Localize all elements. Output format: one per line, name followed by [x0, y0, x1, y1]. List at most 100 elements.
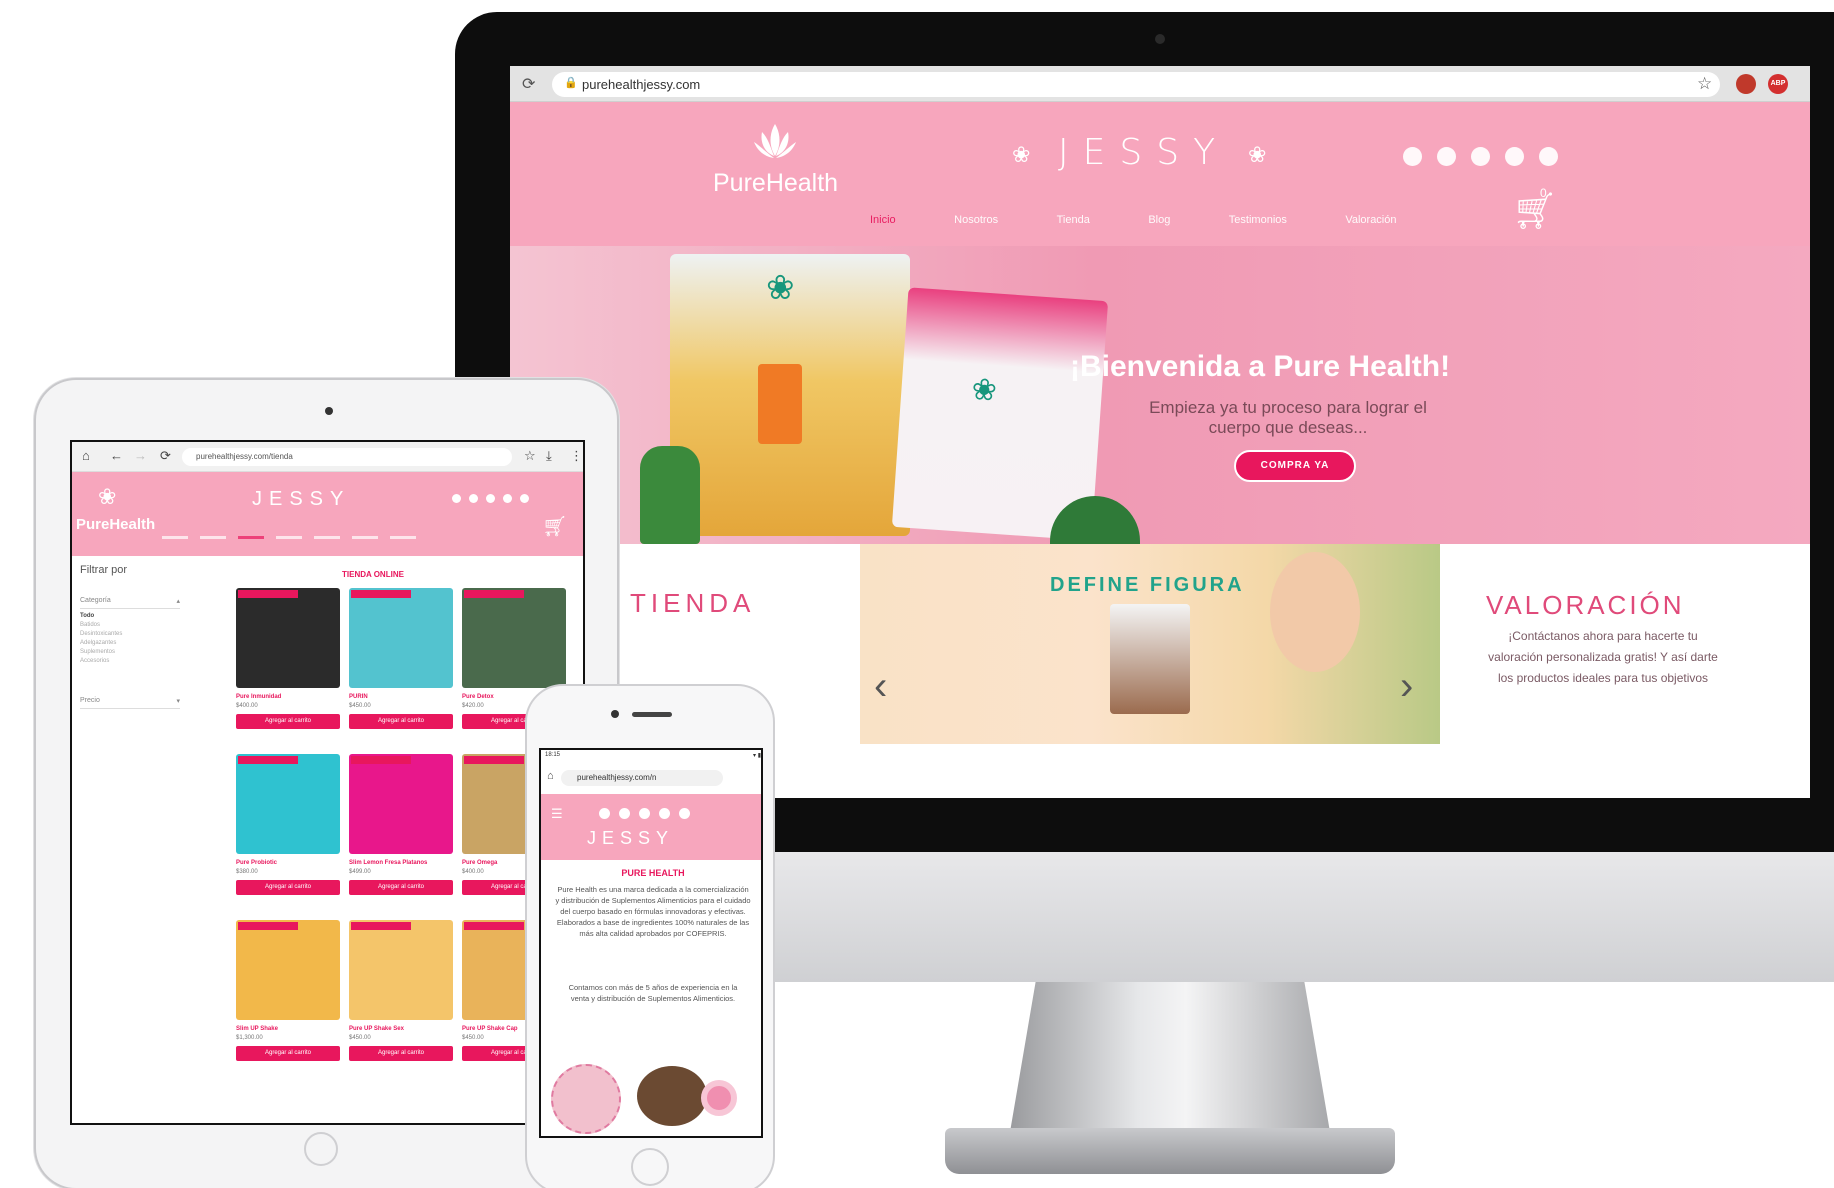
filter-option[interactable]: Desintoxicantes: [80, 631, 122, 637]
nav-item[interactable]: [162, 536, 188, 539]
site-header: PureHealth ❀ JESSY ❀ Inicio Nosotros Tie…: [510, 102, 1810, 246]
email-icon[interactable]: [520, 494, 529, 503]
facebook-icon[interactable]: [599, 808, 610, 819]
badge-image: [551, 1064, 621, 1134]
instagram-icon[interactable]: [1437, 147, 1456, 166]
add-to-cart-button[interactable]: Agregar al carrito: [349, 1046, 453, 1061]
tablet-screen: ⌂ ← → ⟳ purehealthjessy.com/tienda ☆ ⤓ ⋮…: [70, 440, 585, 1125]
extension-icon[interactable]: [1736, 74, 1756, 94]
hamburger-menu-icon[interactable]: ☰: [551, 806, 563, 822]
nav-item[interactable]: [352, 536, 378, 539]
product-name: Pure Detox: [462, 694, 494, 700]
product-price: $499.00: [349, 869, 371, 875]
nav-item-blog[interactable]: Blog: [1148, 214, 1170, 226]
nav-item[interactable]: [200, 536, 226, 539]
product-image: [349, 920, 453, 1020]
nav-item-valoracion[interactable]: Valoración: [1345, 214, 1396, 226]
email-icon[interactable]: [1539, 147, 1558, 166]
nav-item-inicio[interactable]: Inicio: [870, 214, 896, 226]
filter-category-dropdown[interactable]: Categoría ▴: [80, 597, 180, 609]
nav-item[interactable]: [276, 536, 302, 539]
cart-icon[interactable]: 🛒︎: [1512, 190, 1558, 232]
valoracion-text: ¡Contáctanos ahora para hacerte tu valor…: [1488, 629, 1718, 685]
product-name: Pure UP Shake Cap: [462, 1026, 518, 1032]
phone-home-button: [631, 1148, 669, 1186]
cart-icon[interactable]: 🛒︎: [542, 514, 567, 539]
product-tag: [351, 756, 411, 764]
product-name: Pure UP Shake Sex: [349, 1026, 404, 1032]
tienda-heading[interactable]: TIENDA: [630, 588, 755, 619]
nav-item[interactable]: [314, 536, 340, 539]
instagram-icon[interactable]: [469, 494, 478, 503]
back-icon[interactable]: ←: [110, 448, 123, 463]
whatsapp-icon[interactable]: [659, 808, 670, 819]
youtube-icon[interactable]: [486, 494, 495, 503]
add-to-cart-button[interactable]: Agregar al carrito: [236, 1046, 340, 1061]
cart-count: 0: [1540, 186, 1547, 200]
reload-icon[interactable]: ⟳: [160, 448, 171, 464]
facebook-icon[interactable]: [452, 494, 461, 503]
filter-heading: Filtrar por: [80, 564, 128, 576]
nav-item[interactable]: [390, 536, 416, 539]
product-card[interactable]: Pure Probiotic $380.00 Agregar al carrito: [236, 754, 340, 924]
star-icon[interactable]: ☆: [524, 448, 536, 464]
add-to-cart-button[interactable]: Agregar al carrito: [236, 880, 340, 895]
nav-item[interactable]: [238, 536, 264, 539]
product-image: [236, 588, 340, 688]
nav-item-tienda[interactable]: Tienda: [1057, 214, 1090, 226]
product-card[interactable]: Pure UP Shake Sex $450.00 Agregar al carri…: [349, 920, 453, 1090]
product-price: $450.00: [462, 1035, 484, 1041]
filter-option[interactable]: Adelgazantes: [80, 640, 116, 646]
add-to-cart-button[interactable]: Agregar al carrito: [349, 880, 453, 895]
forward-icon[interactable]: →: [134, 448, 147, 463]
adblock-icon[interactable]: ABP: [1768, 74, 1788, 94]
add-to-cart-button[interactable]: Agregar al carrito: [349, 714, 453, 729]
filter-option[interactable]: Todo: [80, 613, 94, 619]
food-image: [637, 1066, 707, 1126]
product-price: $400.00: [236, 703, 258, 709]
lock-icon: 🔒: [564, 77, 578, 89]
product-card[interactable]: Slim Lemon Fresa Platanos $499.00 Agregar …: [349, 754, 453, 924]
juice-glass-image: [758, 364, 802, 444]
youtube-icon[interactable]: [1471, 147, 1490, 166]
email-icon[interactable]: [679, 808, 690, 819]
reload-icon[interactable]: ⟳: [522, 74, 535, 94]
status-time: 18:15: [545, 752, 561, 758]
home-icon[interactable]: ⌂: [82, 448, 90, 463]
instagram-icon[interactable]: [619, 808, 630, 819]
add-to-cart-button[interactable]: Agregar al carrito: [236, 714, 340, 729]
tablet-logo[interactable]: PureHealth: [76, 516, 155, 533]
site-logo[interactable]: PureHealth: [713, 169, 838, 198]
chevron-left-icon[interactable]: ‹: [874, 664, 887, 709]
lotus-icon: ❀: [1248, 142, 1267, 167]
youtube-icon[interactable]: [639, 808, 650, 819]
nav-item-nosotros[interactable]: Nosotros: [954, 214, 998, 226]
cactus-image: [640, 446, 700, 544]
phone-social-links: [599, 806, 699, 824]
filter-option[interactable]: Accesorios: [80, 658, 109, 664]
tablet-address-bar[interactable]: purehealthjessy.com/tienda: [182, 448, 512, 466]
main-nav: Inicio Nosotros Tienda Blog Testimonios …: [870, 210, 1451, 228]
chevron-right-icon[interactable]: ›: [1400, 664, 1413, 709]
home-icon[interactable]: ⌂: [547, 770, 554, 782]
whatsapp-icon[interactable]: [503, 494, 512, 503]
filter-option[interactable]: Suplementos: [80, 649, 115, 655]
facebook-icon[interactable]: [1403, 147, 1422, 166]
filter-price-dropdown[interactable]: Precio ▾: [80, 697, 180, 709]
phone-address-bar[interactable]: purehealthjessy.com/n: [561, 770, 723, 786]
product-card[interactable]: Pure Inmunidad $400.00 Agregar al carrito: [236, 588, 340, 758]
nav-item-testimonios[interactable]: Testimonios: [1229, 214, 1287, 226]
address-bar[interactable]: 🔒 purehealthjessy.com ☆: [552, 72, 1720, 97]
menu-icon[interactable]: ⋮: [570, 448, 583, 464]
download-icon[interactable]: ⤓: [546, 448, 552, 464]
filter-option[interactable]: Batidos: [80, 622, 100, 628]
whatsapp-icon[interactable]: [1505, 147, 1524, 166]
product-price: $450.00: [349, 703, 371, 709]
product-card[interactable]: Slim UP Shake $1,300.00 Agregar al carrito: [236, 920, 340, 1090]
product-tag: [464, 922, 524, 930]
product-price: $450.00: [349, 1035, 371, 1041]
phone-site-header: ☰ JESSY: [541, 794, 761, 860]
product-card[interactable]: PURIN $450.00 Agregar al carrito: [349, 588, 453, 758]
buy-now-button[interactable]: COMPRA YA: [1234, 450, 1356, 482]
star-icon[interactable]: ☆: [1697, 74, 1712, 94]
